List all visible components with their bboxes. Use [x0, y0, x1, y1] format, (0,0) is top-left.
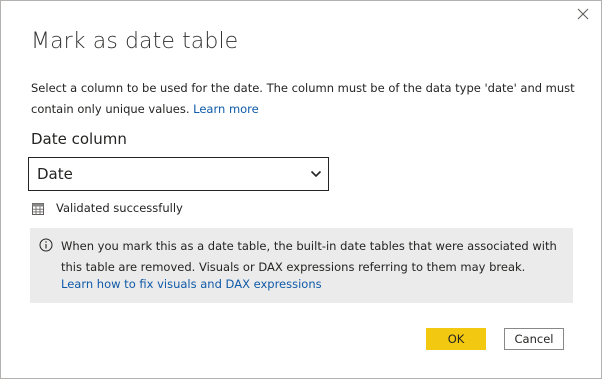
learn-more-link[interactable]: Learn more	[193, 102, 259, 116]
close-icon[interactable]	[573, 4, 593, 24]
ok-button[interactable]: OK	[426, 328, 486, 350]
chevron-down-icon	[310, 170, 322, 178]
dialog-description: Select a column to be used for the date.…	[31, 78, 591, 119]
date-column-label: Date column	[31, 130, 127, 148]
close-button[interactable]	[573, 4, 593, 24]
cancel-button[interactable]: Cancel	[504, 328, 564, 350]
date-column-select[interactable]: Date	[28, 157, 329, 191]
date-column-selected-value: Date	[37, 165, 73, 183]
dialog-title: Mark as date table	[31, 29, 239, 54]
info-icon	[39, 238, 53, 252]
info-banner-text: When you mark this as a date table, the …	[61, 239, 557, 274]
mark-as-date-table-dialog: Mark as date table Select a column to be…	[0, 0, 602, 379]
calendar-table-icon	[32, 203, 44, 215]
validation-status-text: Validated successfully	[56, 201, 183, 215]
info-banner: When you mark this as a date table, the …	[30, 228, 573, 303]
fix-visuals-link[interactable]: Learn how to fix visuals and DAX express…	[61, 277, 322, 291]
description-text: Select a column to be used for the date.…	[31, 81, 575, 116]
